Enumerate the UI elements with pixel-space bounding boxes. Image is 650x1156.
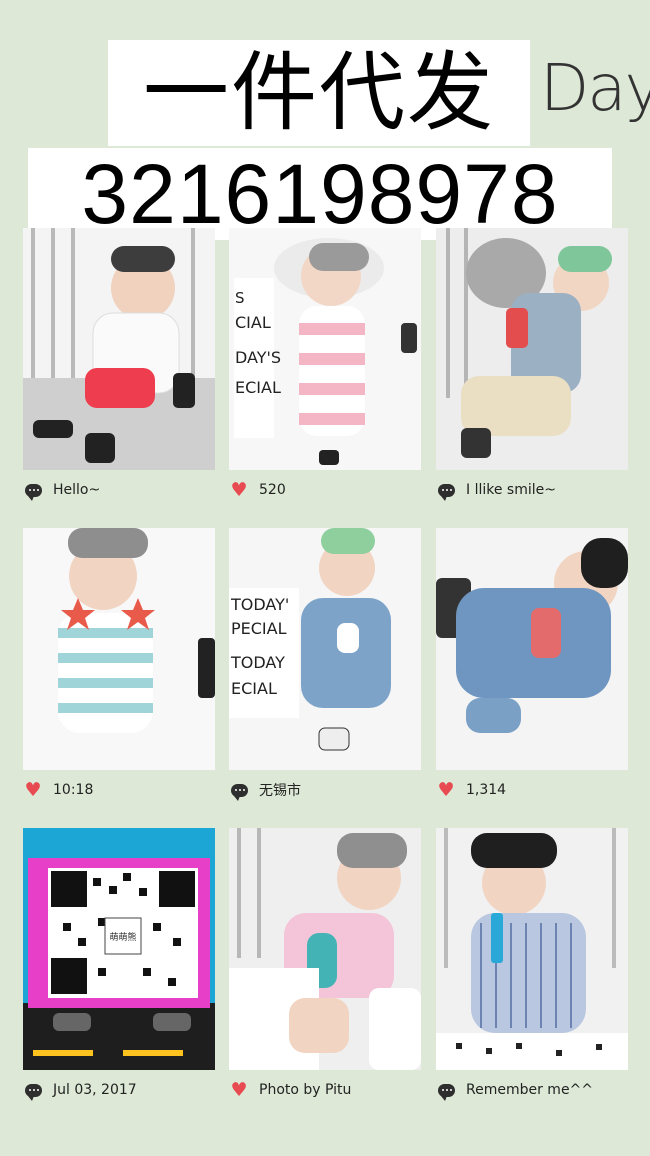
photo-card[interactable]: Hello~ <box>23 228 215 504</box>
photo-card[interactable]: ♥ 10:18 <box>23 528 215 804</box>
caption-text: Remember me^^ <box>466 1082 594 1098</box>
heart-icon: ♥ <box>437 778 455 801</box>
baby-photo[interactable] <box>436 828 628 1070</box>
photo-card[interactable]: 萌萌熊 Jul 03, 2017 <box>23 828 215 1104</box>
svg-text:S: S <box>235 289 245 307</box>
qr-code-image[interactable]: 萌萌熊 <box>23 828 215 1070</box>
card-caption: ♥ Photo by Pitu <box>229 1076 421 1104</box>
card-caption: ♥ 520 <box>229 476 421 504</box>
caption-text: 无锡市 <box>259 783 301 799</box>
card-caption: Remember me^^ <box>436 1076 628 1104</box>
comment-icon <box>229 781 249 801</box>
baby-photo[interactable] <box>23 528 215 770</box>
caption-text: 520 <box>259 482 286 498</box>
card-caption: I llike smile~ <box>436 476 628 504</box>
card-caption: 无锡市 <box>229 776 421 804</box>
svg-text:PECIAL: PECIAL <box>231 619 287 638</box>
svg-text:ECIAL: ECIAL <box>235 378 281 397</box>
baby-photo[interactable] <box>436 528 628 770</box>
photo-card[interactable]: TODAY' PECIAL TODAY ECIAL 无锡市 <box>229 528 421 804</box>
svg-text:TODAY': TODAY' <box>230 595 289 614</box>
card-caption: ♥ 1,314 <box>436 776 628 804</box>
caption-text: I llike smile~ <box>466 482 556 498</box>
caption-text: 1,314 <box>466 782 507 798</box>
caption-text: Jul 03, 2017 <box>53 1082 137 1098</box>
caption-text: 10:18 <box>53 782 94 798</box>
baby-photo[interactable] <box>436 228 628 470</box>
photo-card[interactable]: S CIAL DAY'S ECIAL ♥ 520 <box>229 228 421 504</box>
caption-text: Hello~ <box>53 482 101 498</box>
baby-photo[interactable] <box>23 228 215 470</box>
card-caption: Hello~ <box>23 476 215 504</box>
card-caption: ♥ 10:18 <box>23 776 215 804</box>
heart-icon: ♥ <box>24 778 42 801</box>
svg-text:CIAL: CIAL <box>235 313 271 332</box>
baby-photo[interactable]: TODAY' PECIAL TODAY ECIAL <box>229 528 421 770</box>
photo-card[interactable]: I llike smile~ <box>436 228 628 504</box>
svg-text:ECIAL: ECIAL <box>231 679 277 698</box>
card-caption: Jul 03, 2017 <box>23 1076 215 1104</box>
photo-grid: Hello~ S CIAL DAY'S ECIAL ♥ 520 I llike … <box>0 0 650 1156</box>
svg-text:TODAY: TODAY <box>230 653 285 672</box>
baby-photo[interactable] <box>229 828 421 1070</box>
svg-text:DAY'S: DAY'S <box>235 348 281 367</box>
heart-icon: ♥ <box>230 478 248 501</box>
heart-icon: ♥ <box>230 1078 248 1101</box>
caption-text: Photo by Pitu <box>259 1082 352 1098</box>
photo-card[interactable]: ♥ Photo by Pitu <box>229 828 421 1104</box>
photo-card[interactable]: ♥ 1,314 <box>436 528 628 804</box>
baby-photo[interactable]: S CIAL DAY'S ECIAL <box>229 228 421 470</box>
comment-icon <box>436 481 456 501</box>
photo-card[interactable]: Remember me^^ <box>436 828 628 1104</box>
comment-icon <box>23 481 43 501</box>
comment-icon <box>436 1081 456 1101</box>
comment-icon <box>23 1081 43 1101</box>
qr-center-label: 萌萌熊 <box>109 931 136 943</box>
